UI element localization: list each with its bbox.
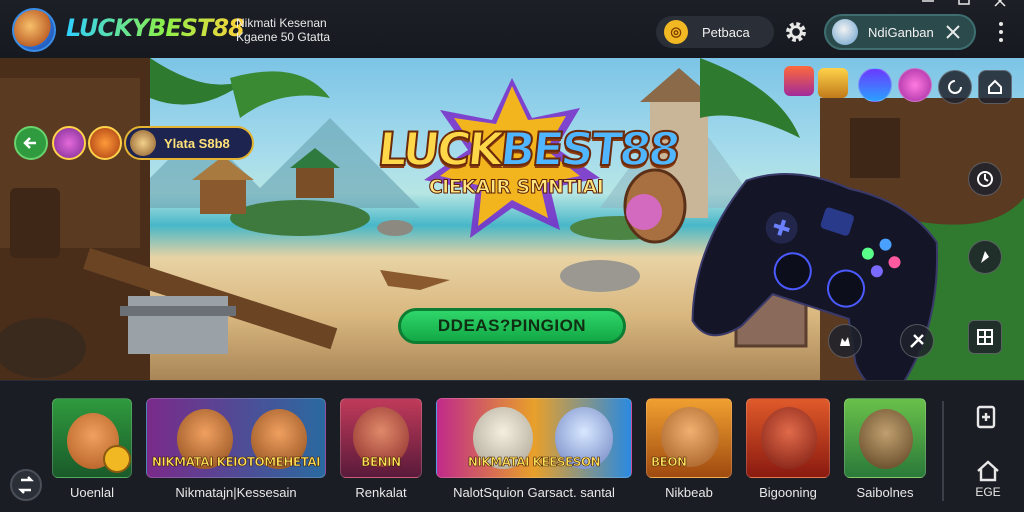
game-card[interactable]: NIKMATAI KEESESON xyxy=(436,398,632,478)
brand-name[interactable]: LUCKYBEST88 xyxy=(66,14,245,42)
game-card[interactable]: BENIN xyxy=(340,398,422,478)
game-card[interactable]: BEON xyxy=(646,398,732,478)
game-card-label: Renkalat xyxy=(355,485,407,500)
hero-title: LUCKBEST88 xyxy=(374,121,681,177)
home-icon[interactable] xyxy=(978,70,1012,104)
swap-arrow-icon xyxy=(18,476,34,494)
back-floating-button[interactable] xyxy=(10,469,42,501)
user-name: NdiGanban xyxy=(868,24,934,40)
user-profile-pill[interactable]: NdiGanban xyxy=(824,14,976,50)
game-card-banner: NIKMATAI KEESESON xyxy=(467,455,601,469)
hero-cta-button[interactable]: DDEAS?PINGION xyxy=(398,308,626,344)
game-card-label: Saibolnes xyxy=(856,485,914,500)
coin-balance-label: Petbaca xyxy=(702,24,750,40)
game-card[interactable]: NIKMATAI KEIOTOMEHETAI xyxy=(146,398,326,478)
promo-avatar xyxy=(130,130,156,156)
coin-balance-button[interactable]: ◎ Petbaca xyxy=(656,16,774,48)
user-avatar xyxy=(832,19,858,45)
maximize-icon[interactable] xyxy=(954,0,974,10)
close-icon[interactable] xyxy=(942,21,964,43)
more-vertical-icon[interactable] xyxy=(996,20,1006,44)
game-card-banner: BENIN xyxy=(361,455,402,469)
back-arrow-icon xyxy=(23,137,36,149)
promo-label: Ylata S8b8 xyxy=(164,135,230,151)
hero-subtitle: CIEKAIR SMNTIAI xyxy=(428,176,604,199)
brand-mascot-logo[interactable] xyxy=(12,8,56,52)
game-card-label: Bigooning xyxy=(759,485,817,500)
character-avatar-chip[interactable] xyxy=(52,126,86,160)
window-close-icon[interactable] xyxy=(990,0,1010,10)
game-card-banner: BEON xyxy=(651,455,688,469)
history-icon[interactable] xyxy=(968,162,1002,196)
game-card-label: NalotSquion Garsact. santal xyxy=(453,485,615,500)
lightning-icon[interactable] xyxy=(858,68,892,102)
game-card-label: Uoenlal xyxy=(69,485,115,500)
pin-icon[interactable] xyxy=(968,240,1002,274)
character-avatar-chip[interactable] xyxy=(88,126,122,160)
game-card-label: Nikmatajn|Kessesain xyxy=(175,485,297,500)
home-label: EGE xyxy=(975,485,1001,499)
game-card-label: Nikbeab xyxy=(665,485,713,500)
download-icon[interactable] xyxy=(972,403,1000,431)
settings-gear-icon[interactable] xyxy=(782,18,810,46)
minimize-icon[interactable] xyxy=(918,0,938,10)
character-icon[interactable] xyxy=(898,68,932,102)
game-card[interactable] xyxy=(844,398,926,478)
promo-pill[interactable]: Ylata S8b8 xyxy=(124,126,254,160)
refresh-icon[interactable] xyxy=(938,70,972,104)
coin-icon: ◎ xyxy=(664,20,688,44)
home-icon[interactable] xyxy=(974,457,1002,485)
tools-icon[interactable] xyxy=(900,324,934,358)
gift-box-icon[interactable] xyxy=(818,68,848,98)
game-card[interactable] xyxy=(52,398,132,478)
top-bar: LUCKYBEST88 Nikmati Kesenan Kgaene 50 Gt… xyxy=(0,0,1024,60)
brand-tagline: Nikmati Kesenan Kgaene 50 Gtatta xyxy=(236,16,331,44)
hero-banner[interactable]: Ylata S8b8 LUCKBEST88 CIEKAIR SMNTIAI DD… xyxy=(0,58,1024,380)
strip-divider xyxy=(942,401,944,501)
hand-icon[interactable] xyxy=(828,324,862,358)
chest-icon[interactable] xyxy=(784,66,814,96)
game-card-banner: NIKMATAI KEIOTOMEHETAI xyxy=(151,455,321,469)
game-card[interactable] xyxy=(746,398,830,478)
grid-menu-icon[interactable] xyxy=(968,320,1002,354)
game-strip: Uoenlal NIKMATAI KEIOTOMEHETAI Nikmatajn… xyxy=(0,380,1024,512)
back-arrow-button[interactable] xyxy=(14,126,48,160)
